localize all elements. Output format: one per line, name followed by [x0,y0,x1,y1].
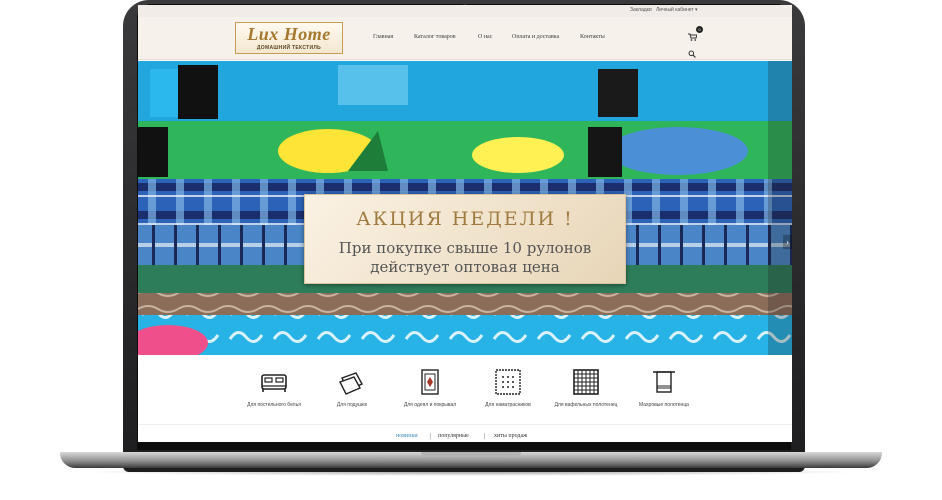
pillow-icon [339,372,363,395]
nav-catalog[interactable]: Каталог товаров [414,34,456,40]
site-header: Lux Home ДОМАШНИЙ ТЕКСТИЛЬ Главная Катал… [138,17,792,60]
promo-title: АКЦИЯ НЕДЕЛИ ! [356,208,574,230]
category-bed-linen[interactable]: Для постельного белья [234,368,314,408]
laptop-notch [421,452,521,457]
nav-about[interactable]: О нас [478,34,492,40]
waffle-towel-icon [573,369,599,395]
tab-separator: | [484,432,486,440]
category-waffle-towels[interactable]: Для вафельных полотенец [546,368,626,408]
tab-new[interactable]: новинки [396,433,418,439]
search-icon[interactable] [688,50,696,58]
hero-slider[interactable]: АКЦИЯ НЕДЕЛИ ! При покупке свыше 10 руло… [138,61,792,355]
category-label: Для постельного белья [247,402,301,408]
category-pillows[interactable]: Для подушек [312,368,392,408]
top-utility-bar: Закладки Личный кабинет ▾ [138,5,792,17]
bookmarks-link[interactable]: Закладки [630,7,652,13]
mattress-icon [495,369,521,395]
category-strip: Для постельного белья Для подушек Для од… [138,355,792,425]
category-mattress-covers[interactable]: Для наматрасников [468,368,548,408]
tab-separator: | [430,432,432,440]
account-link[interactable]: Личный кабинет ▾ [656,7,698,13]
category-label: Для вафельных полотенец [554,402,618,408]
category-label: Для подушек [336,402,368,408]
promo-banner[interactable]: АКЦИЯ НЕДЕЛИ ! При покупке свыше 10 руло… [304,194,626,284]
tab-bestsellers[interactable]: хиты продаж [494,433,527,439]
tab-popular[interactable]: популярные [438,433,469,439]
promo-line-2: действует оптовая цена [370,258,560,276]
slider-next-arrow[interactable]: › [783,235,792,249]
logo-text: Lux Home [247,24,331,44]
cart-count-badge: 0 [696,26,703,33]
promo-line-1: При покупке свыше 10 рулонов [338,239,592,257]
nav-contacts[interactable]: Контакты [580,34,605,40]
category-label: Для наматрасников [485,402,531,408]
category-label: Махровые полотенца [639,402,689,408]
category-terry-towels[interactable]: Махровые полотенца [624,368,704,408]
terry-towel-icon [653,371,675,393]
logo-tagline: ДОМАШНИЙ ТЕКСТИЛЬ [256,45,322,51]
nav-payment-delivery[interactable]: Оплата и доставка [512,34,559,40]
blanket-icon [421,369,439,395]
nav-home[interactable]: Главная [373,34,393,40]
cart-icon[interactable] [688,33,697,41]
bed-icon [261,374,287,392]
product-tabs: новинки | популярные | хиты продаж [138,425,792,442]
category-blankets[interactable]: Для одеял и покрывал [390,368,470,408]
website-screen: Закладки Личный кабинет ▾ Lux Home ДОМАШ… [138,5,792,442]
category-label: Для одеял и покрывал [403,402,457,408]
site-logo[interactable]: Lux Home ДОМАШНИЙ ТЕКСТИЛЬ [235,22,343,54]
